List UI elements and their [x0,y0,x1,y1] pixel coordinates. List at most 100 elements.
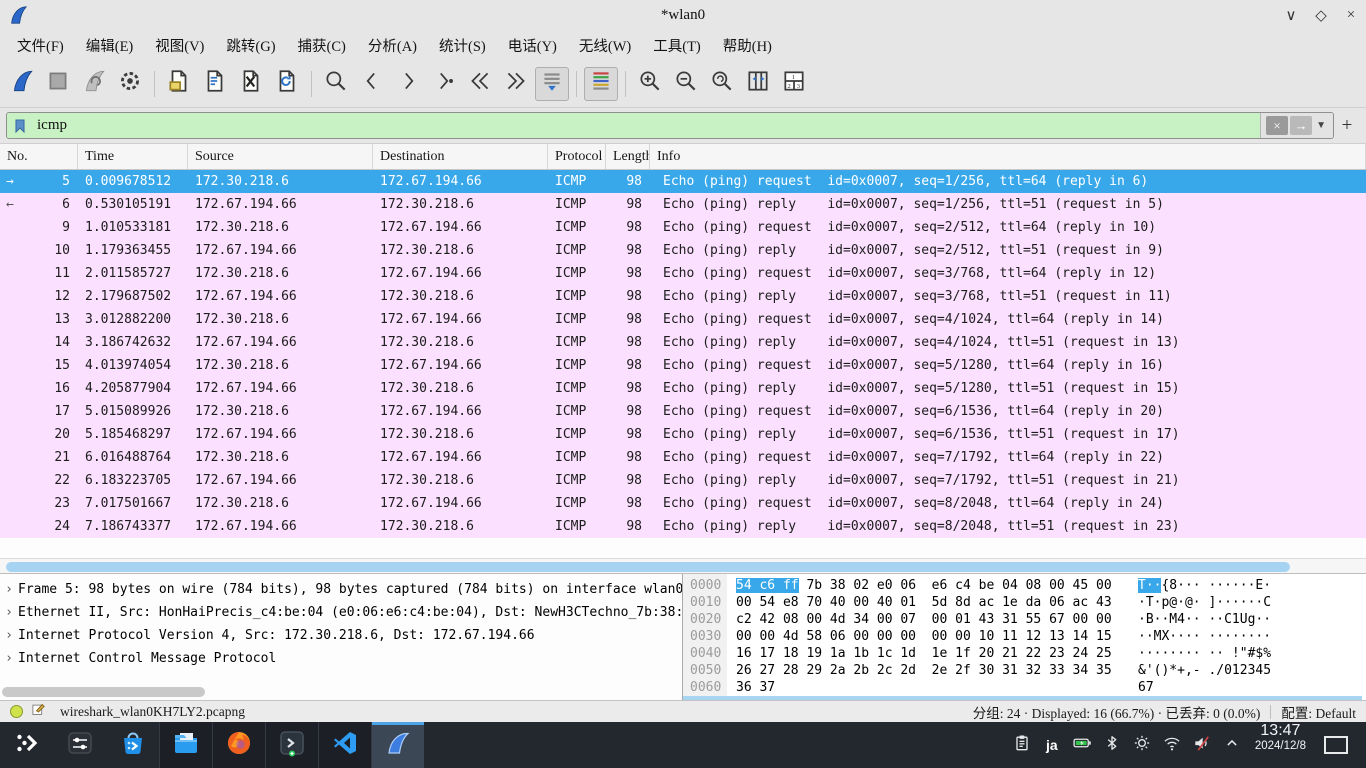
packet-row[interactable]: 154.013974054172.30.218.6172.67.194.66IC… [0,354,1366,377]
column-header-protocol[interactable]: Protocol [548,144,606,169]
filter-bookmark-icon[interactable] [7,113,33,138]
packet-row[interactable]: 143.186742632172.67.194.66172.30.218.6IC… [0,331,1366,354]
display-filter-box[interactable]: × → ▼ [6,112,1334,139]
stop-capture-button[interactable] [41,67,75,101]
dock-item-wireshark[interactable] [371,722,424,768]
column-header-no[interactable]: No. [0,144,78,169]
go-to-packet-button[interactable] [427,67,461,101]
capture-options-button[interactable] [113,67,147,101]
start-capture-button[interactable] [5,67,39,101]
zoom-out-button[interactable] [669,67,703,101]
apply-filter-arrow-icon[interactable]: → [1290,116,1312,135]
expand-chevron-icon[interactable]: › [0,628,18,643]
hex-bytes[interactable]: 26 27 28 29 2a 2b 2c 2d 2e 2f 30 31 32 3… [727,663,1112,680]
capture-comment-icon[interactable] [31,702,46,721]
go-last-button[interactable] [499,67,533,101]
packet-row[interactable]: 205.185468297172.67.194.66172.30.218.6IC… [0,423,1366,446]
dock-item-app-launcher[interactable] [0,722,53,768]
packet-row[interactable]: 175.015089926172.30.218.6172.67.194.66IC… [0,400,1366,423]
detail-line[interactable]: ›Ethernet II, Src: HonHaiPrecis_c4:be:04… [0,601,682,624]
menu-item[interactable]: 电话(Y) [497,32,568,59]
tray-clipboard[interactable] [1007,722,1037,768]
hex-ascii[interactable]: T··{8··· ······E· [1112,578,1271,595]
go-forward-button[interactable] [391,67,425,101]
menu-item[interactable]: 跳转(G) [215,32,286,59]
expand-chevron-icon[interactable]: › [0,582,18,597]
hex-ascii[interactable]: ··MX···· ········ [1112,629,1271,646]
packet-row[interactable]: 122.179687502172.67.194.66172.30.218.6IC… [0,285,1366,308]
go-first-button[interactable] [463,67,497,101]
restart-capture-button[interactable] [77,67,111,101]
column-header-length[interactable]: Length [606,144,650,169]
hex-ascii[interactable]: ········ ·· !"#$% [1112,646,1271,663]
save-file-button[interactable] [198,67,232,101]
packet-row[interactable]: 237.017501667172.30.218.6172.67.194.66IC… [0,492,1366,515]
zoom-reset-button[interactable] [705,67,739,101]
capture-filename[interactable]: wireshark_wlan0KH7LY2.pcapng [60,704,245,720]
packet-list-hscroll-thumb[interactable] [6,562,1290,572]
hex-bytes[interactable]: c2 42 08 00 4d 34 00 07 00 01 43 31 55 6… [727,612,1112,629]
clear-filter-icon[interactable]: × [1266,116,1288,135]
packet-row[interactable]: 101.179363455172.67.194.66172.30.218.6IC… [0,239,1366,262]
tray-battery[interactable] [1067,722,1097,768]
column-header-source[interactable]: Source [188,144,373,169]
dock-item-file-manager[interactable] [159,722,212,768]
minimize-button[interactable]: ∨ [1276,1,1306,29]
dock-item-vscode[interactable] [318,722,371,768]
packet-row[interactable]: 247.186743377172.67.194.66172.30.218.6IC… [0,515,1366,538]
close-file-button[interactable] [234,67,268,101]
packet-row[interactable]: 164.205877904172.67.194.66172.30.218.6IC… [0,377,1366,400]
dock-item-firefox[interactable] [212,722,265,768]
packet-row[interactable]: 112.011585727172.30.218.6172.67.194.66IC… [0,262,1366,285]
reload-file-button[interactable] [270,67,304,101]
profile-label[interactable]: 配置: Default [1281,702,1356,722]
packet-row[interactable]: →50.009678512172.30.218.6172.67.194.66IC… [0,170,1366,193]
tray-bluetooth[interactable] [1097,722,1127,768]
tray-brightness[interactable] [1127,722,1157,768]
menu-item[interactable]: 帮助(H) [712,32,783,59]
hex-ascii[interactable]: ·B··M4·· ··C1Ug·· [1112,612,1271,629]
menu-item[interactable]: 文件(F) [6,32,75,59]
display-filter-input[interactable] [33,117,1260,134]
menu-item[interactable]: 分析(A) [357,32,428,59]
menu-item[interactable]: 无线(W) [568,32,642,59]
menu-item[interactable]: 统计(S) [428,32,497,59]
hex-ascii[interactable]: &'()*+,- ./012345 [1112,663,1271,680]
dock-item-app-store[interactable] [106,722,159,768]
hex-bytes[interactable]: 16 17 18 19 1a 1b 1c 1d 1e 1f 20 21 22 2… [727,646,1112,663]
hex-ascii[interactable]: 67 [1112,680,1154,697]
packet-row[interactable]: 91.010533181172.30.218.6172.67.194.66ICM… [0,216,1366,239]
add-filter-button[interactable]: + [1334,115,1360,137]
hex-bytes[interactable]: 36 37 [727,680,1112,697]
maximize-button[interactable]: ◇ [1306,1,1336,29]
colorize-button[interactable] [584,67,618,101]
zoom-in-button[interactable] [633,67,667,101]
auto-scroll-button[interactable] [535,67,569,101]
hex-hscroll-thumb[interactable] [683,696,1362,700]
expand-chevron-icon[interactable]: › [0,605,18,620]
hex-bytes[interactable]: 00 54 e8 70 40 00 40 01 5d 8d ac 1e da 0… [727,595,1112,612]
dock-item-terminal[interactable] [265,722,318,768]
column-header-destination[interactable]: Destination [373,144,548,169]
tray-tray-expand[interactable] [1217,722,1247,768]
hex-bytes[interactable]: 54 c6 ff 7b 38 02 e0 06 e6 c4 be 04 08 0… [727,578,1112,595]
packet-row[interactable]: 216.016488764172.30.218.6172.67.194.66IC… [0,446,1366,469]
packet-row[interactable]: ←60.530105191172.67.194.66172.30.218.6IC… [0,193,1366,216]
go-back-button[interactable] [355,67,389,101]
layout-button[interactable]: 123 [777,67,811,101]
column-header-time[interactable]: Time [78,144,188,169]
column-header-info[interactable]: Info [650,144,1366,169]
dock-item-control-center[interactable] [53,722,106,768]
menu-item[interactable]: 工具(T) [642,32,712,59]
menu-item[interactable]: 视图(V) [144,32,215,59]
taskbar-clock[interactable]: 13:47 2024/12/8 [1255,722,1306,768]
tray-wifi[interactable] [1157,722,1187,768]
close-button[interactable]: × [1336,1,1366,29]
open-file-button[interactable] [162,67,196,101]
expert-info-icon[interactable] [10,705,23,718]
packet-row[interactable]: 133.012882200172.30.218.6172.67.194.66IC… [0,308,1366,331]
packet-row[interactable]: 226.183223705172.67.194.66172.30.218.6IC… [0,469,1366,492]
resize-columns-button[interactable] [741,67,775,101]
tray-input-method[interactable]: ja [1037,722,1067,768]
details-hscroll-thumb[interactable] [2,687,205,697]
